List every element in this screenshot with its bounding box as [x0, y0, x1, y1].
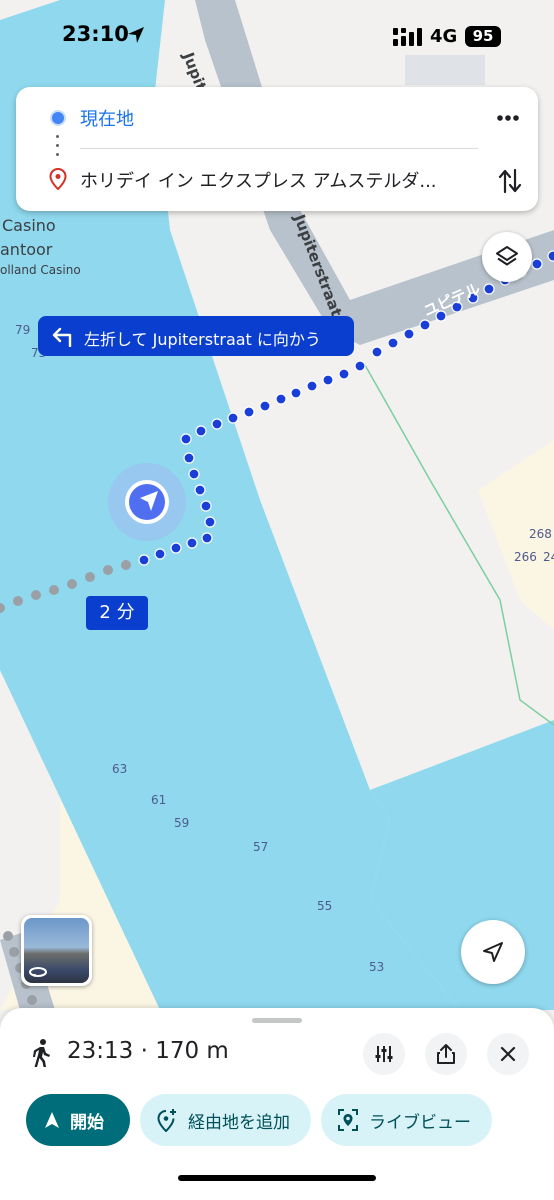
- swap-vertical-icon[interactable]: [494, 165, 526, 197]
- start-label: 開始: [70, 1112, 104, 1133]
- route-options-button[interactable]: [363, 1033, 405, 1075]
- house-number: 24: [543, 550, 554, 564]
- rotate-360-icon: [29, 967, 47, 977]
- destination-field[interactable]: ホリデイ イン エクスプレス アムステルダ...: [80, 167, 437, 193]
- house-number: 53: [369, 960, 385, 974]
- house-number: 59: [174, 816, 190, 830]
- network-type: 4G: [430, 26, 458, 47]
- turn-instruction-text: 左折して Jupiterstraat に向かう: [84, 330, 321, 349]
- drag-handle[interactable]: [252, 1018, 302, 1023]
- close-button[interactable]: [487, 1033, 529, 1075]
- more-horizontal-icon[interactable]: [490, 103, 526, 133]
- poi-kantoor[interactable]: antoor: [0, 240, 52, 259]
- add-stop-button[interactable]: 経由地を追加: [140, 1094, 311, 1146]
- layers-button[interactable]: [482, 232, 532, 282]
- card-divider: [80, 148, 478, 149]
- layers-icon: [496, 246, 518, 266]
- tune-icon: [375, 1046, 393, 1062]
- home-indicator[interactable]: [178, 1175, 376, 1181]
- poi-holland-casino[interactable]: olland Casino: [0, 263, 81, 277]
- location-arrow-icon: [128, 27, 144, 43]
- share-button[interactable]: [425, 1033, 467, 1075]
- origin-dot-icon: [52, 112, 64, 124]
- turn-left-icon: [52, 327, 72, 347]
- live-view-button[interactable]: ライブビュー: [321, 1094, 492, 1146]
- status-time: 23:10: [62, 22, 129, 46]
- turn-instruction-bubble[interactable]: 左折して Jupiterstraat に向かう: [38, 316, 354, 356]
- eta-summary: 23:13 · 170 m: [67, 1038, 229, 1064]
- street-view-thumbnail[interactable]: [21, 915, 92, 986]
- status-bar: 23:10 4G 95: [0, 0, 554, 72]
- house-number: 61: [151, 793, 167, 807]
- recenter-button[interactable]: [461, 920, 525, 984]
- navigation-start-icon: [45, 1112, 59, 1128]
- route-duration-bubble: 2 分: [86, 596, 148, 630]
- house-number: 79: [15, 323, 31, 337]
- house-number: 268: [529, 527, 552, 541]
- share-icon: [437, 1044, 455, 1064]
- house-number: 55: [317, 899, 333, 913]
- house-number: 57: [253, 840, 269, 854]
- origin-field[interactable]: 現在地: [80, 105, 134, 131]
- battery-indicator: 95: [465, 26, 501, 47]
- close-icon: [500, 1046, 516, 1062]
- house-number: 266: [514, 550, 537, 564]
- poi-casino[interactable]: Casino: [2, 216, 56, 235]
- street-view-image: [24, 918, 89, 983]
- destination-pin-icon: [49, 168, 67, 190]
- route-connector-icon: [56, 135, 60, 161]
- navigation-arrow-icon: [483, 942, 503, 962]
- bottom-sheet: 23:13 · 170 m 開始 経由地を追加 ライブビュー: [0, 1008, 554, 1200]
- add-location-icon: [157, 1109, 176, 1132]
- walking-icon: [33, 1039, 50, 1067]
- directions-card: 現在地 ホリデイ イン エクスプレス アムステルダ...: [16, 87, 538, 211]
- add-stop-label: 経由地を追加: [188, 1112, 290, 1133]
- cellular-signal-icon: [393, 28, 422, 46]
- current-location-marker: [108, 463, 186, 541]
- house-number: 63: [112, 762, 128, 776]
- start-navigation-button[interactable]: 開始: [26, 1094, 130, 1146]
- live-view-label: ライブビュー: [369, 1112, 471, 1133]
- live-view-icon: [338, 1109, 358, 1131]
